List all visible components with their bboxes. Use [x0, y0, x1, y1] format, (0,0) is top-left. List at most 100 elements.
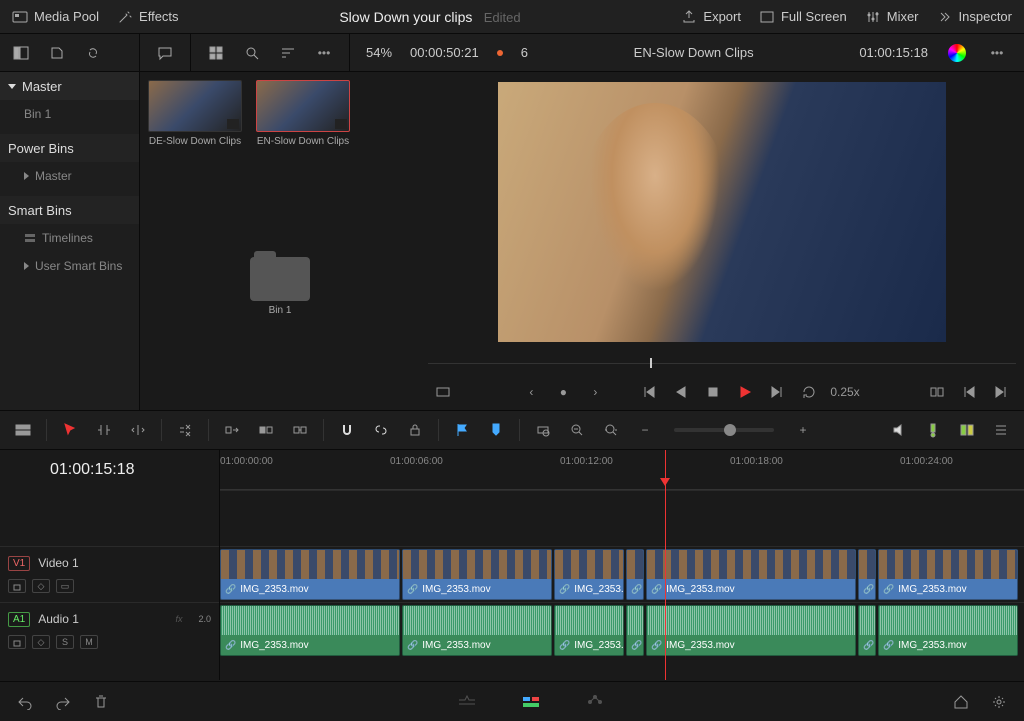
zoom-slider[interactable]	[674, 428, 774, 432]
audio-track-header[interactable]: A1Audio 1fx2.0 ◇ S M	[0, 602, 219, 658]
next-edit-button[interactable]: ›	[584, 381, 606, 403]
monitor-button[interactable]	[956, 419, 978, 441]
user-smart-bins[interactable]: User Smart Bins	[0, 252, 139, 280]
clip-thumbnail-en[interactable]: EN-Slow Down Clips	[256, 80, 350, 147]
stop-button[interactable]	[702, 381, 724, 403]
export-button[interactable]: Export	[681, 9, 741, 25]
viewer-clip-name[interactable]: EN-Slow Down Clips	[634, 45, 754, 60]
cut-page-tab[interactable]	[455, 690, 479, 714]
timeline-tracks-area[interactable]: 01:00:00:00 01:00:06:00 01:00:12:00 01:0…	[220, 450, 1024, 680]
timeline-view-button[interactable]	[12, 419, 34, 441]
media-pool-tab[interactable]: Media Pool	[12, 9, 99, 25]
link-button[interactable]	[370, 419, 392, 441]
zoom-fit-button[interactable]	[532, 419, 554, 441]
dynamic-trim-tool[interactable]	[127, 419, 149, 441]
clip-thumbnail-de[interactable]: DE-Slow Down Clips	[148, 80, 242, 147]
power-bins-header[interactable]: Power Bins	[0, 134, 139, 162]
viewer-scrubber[interactable]	[420, 352, 1024, 374]
go-end-button[interactable]	[766, 381, 788, 403]
play-button[interactable]	[734, 381, 756, 403]
audio-clip[interactable]: 🔗IMG_2353.mov	[402, 605, 552, 656]
a1-badge[interactable]: A1	[8, 612, 30, 627]
chat-button[interactable]	[154, 42, 176, 64]
zoom-out-button[interactable]: −	[634, 419, 656, 441]
audio-clip[interactable]: 🔗IMG_2353.mov	[646, 605, 856, 656]
more-options-button[interactable]: •••	[313, 42, 335, 64]
mute-track-button[interactable]: M	[80, 635, 98, 649]
home-button[interactable]	[950, 691, 972, 713]
folder-bin-1[interactable]: Bin 1	[148, 247, 412, 316]
video-clip[interactable]: 🔗IMG_2353.mov	[402, 549, 552, 600]
media-pool-panel[interactable]: DE-Slow Down Clips EN-Slow Down Clips Bi…	[140, 72, 420, 410]
v1-badge[interactable]: V1	[8, 556, 30, 571]
playhead[interactable]	[665, 450, 666, 680]
zoom-custom-button[interactable]	[600, 419, 622, 441]
audio-track-1[interactable]: 🔗IMG_2353.mov🔗IMG_2353.mov🔗IMG_2353.mov🔗…	[220, 602, 1024, 658]
video-clip[interactable]: 🔗I...	[858, 549, 876, 600]
insert-button[interactable]	[221, 419, 243, 441]
record-timecode[interactable]: 01:00:15:18	[859, 45, 928, 60]
audio-clip[interactable]: 🔗I...	[626, 605, 644, 656]
thumbnail-view-button[interactable]	[205, 42, 227, 64]
zoom-in-button[interactable]: +	[792, 419, 814, 441]
marker-button[interactable]	[485, 419, 507, 441]
flag-button[interactable]	[451, 419, 473, 441]
video-track-header[interactable]: V1Video 1 ◇ ▭	[0, 546, 219, 602]
audio-clip[interactable]: 🔗IMG_2353.mov	[220, 605, 400, 656]
sort-button[interactable]	[277, 42, 299, 64]
auto-select-button[interactable]: ◇	[32, 579, 50, 593]
mark-out-button[interactable]	[990, 381, 1012, 403]
undo-button[interactable]	[14, 691, 36, 713]
lock-track-button[interactable]	[8, 635, 26, 649]
fusion-page-tab[interactable]	[583, 690, 607, 714]
disable-track-button[interactable]: ▭	[56, 579, 74, 593]
layout-toggle-button[interactable]	[10, 42, 32, 64]
audio-clip[interactable]: 🔗I...	[858, 605, 876, 656]
video-clip[interactable]: 🔗IMG_2353.mov	[646, 549, 856, 600]
selection-tool[interactable]	[59, 419, 81, 441]
auto-select-button[interactable]: ◇	[32, 635, 50, 649]
timeline-ruler[interactable]: 01:00:00:00 01:00:06:00 01:00:12:00 01:0…	[220, 450, 1024, 490]
effects-tab[interactable]: Effects	[117, 9, 179, 25]
video-track-1[interactable]: 🔗IMG_2353.mov🔗IMG_2353.mov🔗IMG_2353.mov🔗…	[220, 546, 1024, 602]
blade-tool[interactable]	[174, 419, 196, 441]
lock-track-button[interactable]	[8, 579, 26, 593]
video-preview[interactable]	[498, 82, 946, 342]
power-bin-master[interactable]: Master	[0, 162, 139, 190]
source-timecode[interactable]: 00:00:50:21	[410, 45, 479, 60]
trim-tool[interactable]	[93, 419, 115, 441]
settings-button[interactable]	[988, 691, 1010, 713]
overwrite-button[interactable]	[255, 419, 277, 441]
loop-button[interactable]	[798, 381, 820, 403]
sync-button[interactable]	[82, 42, 104, 64]
zoom-detail-button[interactable]	[566, 419, 588, 441]
transform-button[interactable]	[432, 381, 454, 403]
inspector-button[interactable]: Inspector	[937, 9, 1012, 25]
redo-button[interactable]	[52, 691, 74, 713]
timelines-smart-bin[interactable]: Timelines	[0, 224, 139, 252]
timeline-options-button[interactable]	[990, 419, 1012, 441]
playback-speed[interactable]: 0.25x	[830, 385, 859, 399]
go-start-button[interactable]	[638, 381, 660, 403]
viewer-zoom[interactable]: 54%	[366, 45, 392, 60]
timeline-timecode[interactable]: 01:00:15:18	[50, 461, 135, 479]
snap-button[interactable]	[336, 419, 358, 441]
lock-button[interactable]	[404, 419, 426, 441]
match-frame-button[interactable]	[926, 381, 948, 403]
master-bin[interactable]: Master	[0, 72, 139, 100]
record-button[interactable]: ●	[552, 381, 574, 403]
fullscreen-button[interactable]: Full Screen	[759, 9, 847, 25]
bin-1[interactable]: Bin 1	[0, 100, 139, 128]
video-clip[interactable]: 🔗I...	[626, 549, 644, 600]
video-clip[interactable]: 🔗IMG_2353.mov	[878, 549, 1018, 600]
mark-in-button[interactable]	[958, 381, 980, 403]
search-button[interactable]	[241, 42, 263, 64]
color-wheel-button[interactable]	[946, 42, 968, 64]
replace-button[interactable]	[289, 419, 311, 441]
audio-clip[interactable]: 🔗IMG_2353.mov	[554, 605, 624, 656]
delete-button[interactable]	[90, 691, 112, 713]
video-clip[interactable]: 🔗IMG_2353.mov	[220, 549, 400, 600]
edit-page-tab[interactable]	[519, 690, 543, 714]
solo-button[interactable]: S	[56, 635, 74, 649]
mute-button[interactable]	[888, 419, 910, 441]
